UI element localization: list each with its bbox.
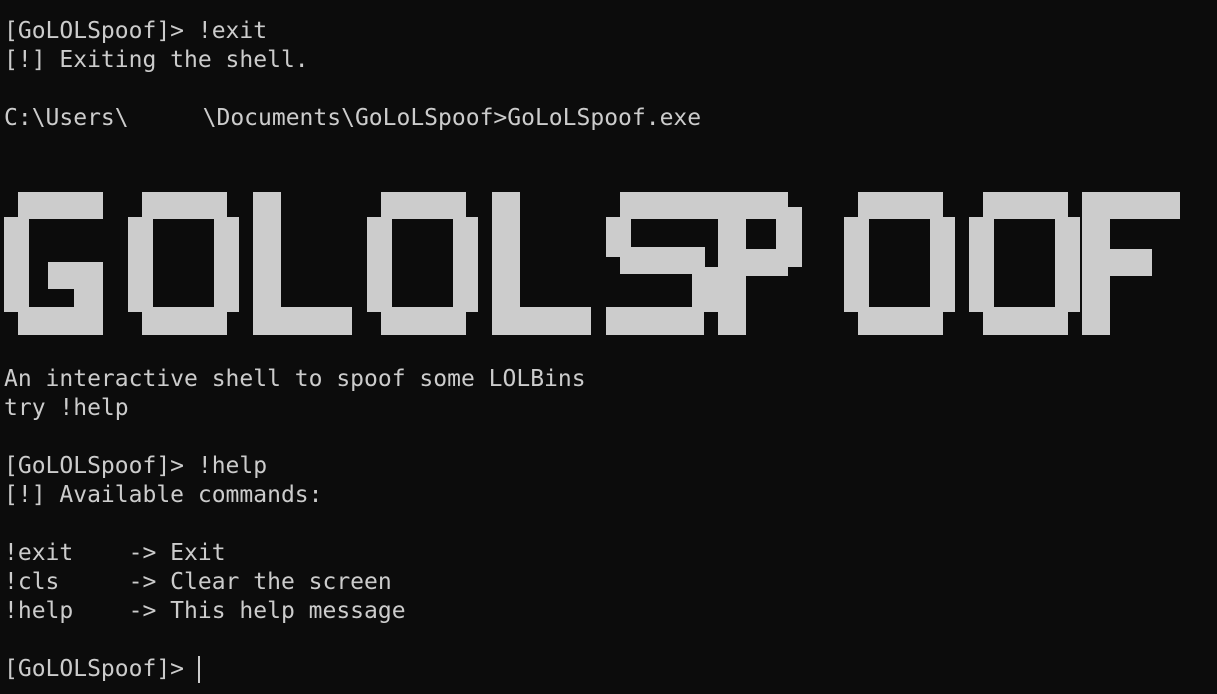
banner-letter-p (718, 192, 802, 335)
banner-letter-f (1082, 192, 1180, 335)
banner-letter-l-1 (253, 192, 352, 335)
terminal-window[interactable]: [GoLOLSpoof]> !exit [!] Exiting the shel… (0, 0, 1217, 694)
help-entry-exit: !exit -> Exit (4, 540, 226, 566)
command-path-suffix: \Documents\GoLoLSpoof>GoLoLSpoof.exe (202, 105, 702, 131)
exiting-message: [!] Exiting the shell. (4, 47, 309, 73)
description-line: An interactive shell to spoof some LOLBi… (4, 366, 586, 392)
try-help-line: try !help (4, 395, 129, 421)
prompt-help-line: [GoLOLSpoof]> !help (4, 453, 268, 479)
banner-letter-o-4 (969, 192, 1080, 335)
ascii-banner (4, 192, 1180, 335)
banner-letter-l-2 (492, 192, 591, 335)
text-cursor (198, 656, 201, 683)
banner-letter-o-1 (128, 192, 239, 335)
available-commands-heading: [!] Available commands: (4, 482, 323, 508)
prompt-exit-line: [GoLOLSpoof]> !exit (4, 18, 268, 44)
help-entry-help: !help -> This help message (4, 598, 406, 624)
banner-letter-o-3 (844, 192, 955, 335)
command-path-prefix: C:\Users\ (4, 105, 129, 131)
current-prompt-line[interactable]: [GoLOLSpoof]> (4, 655, 201, 684)
help-entry-cls: !cls -> Clear the screen (4, 569, 392, 595)
banner-letter-g (4, 192, 103, 335)
banner-letter-s (606, 192, 718, 335)
banner-letter-o-2 (367, 192, 478, 335)
command-line: C:\Users\ \Documents\GoLoLSpoof>GoLoLSpoo… (4, 104, 701, 133)
current-prompt: [GoLOLSpoof]> (4, 656, 185, 682)
